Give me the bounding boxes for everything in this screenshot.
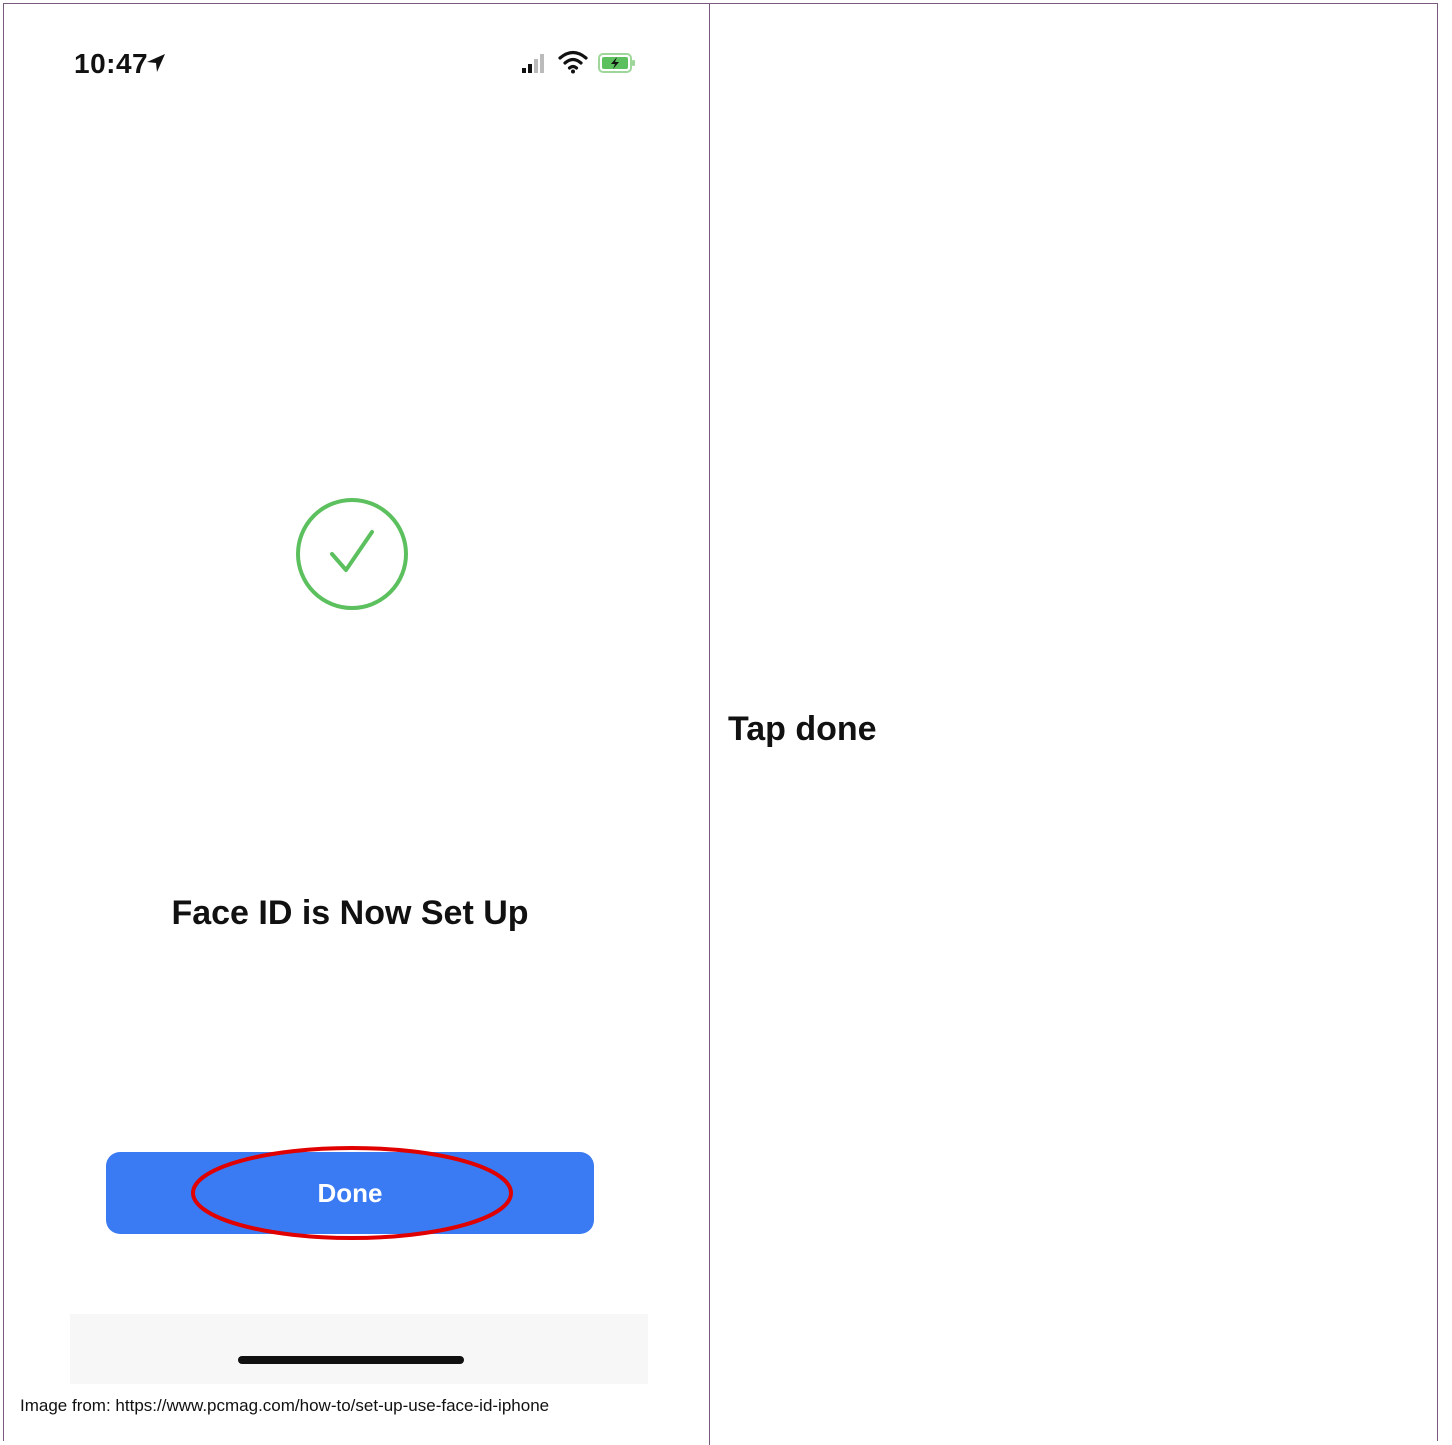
image-source-caption: Image from: https://www.pcmag.com/how-to… — [20, 1396, 550, 1415]
done-button[interactable]: Done — [106, 1152, 594, 1234]
location-arrow-icon — [147, 54, 165, 72]
status-bar-icons — [522, 50, 642, 76]
column-divider — [709, 3, 710, 1445]
checkmark-circle-icon — [296, 498, 408, 610]
phone-screenshot: 10:47 Face ID is Now Set Up Done — [70, 8, 648, 1384]
status-time: 10:47 — [74, 48, 149, 79]
bottom-shade — [70, 1314, 648, 1384]
cellular-signal-icon — [522, 54, 544, 73]
setup-complete-title: Face ID is Now Set Up — [171, 894, 529, 932]
battery-charging-icon — [598, 53, 635, 73]
home-indicator — [238, 1356, 464, 1364]
wifi-icon — [558, 50, 588, 74]
instruction-text: Tap done — [728, 710, 877, 748]
